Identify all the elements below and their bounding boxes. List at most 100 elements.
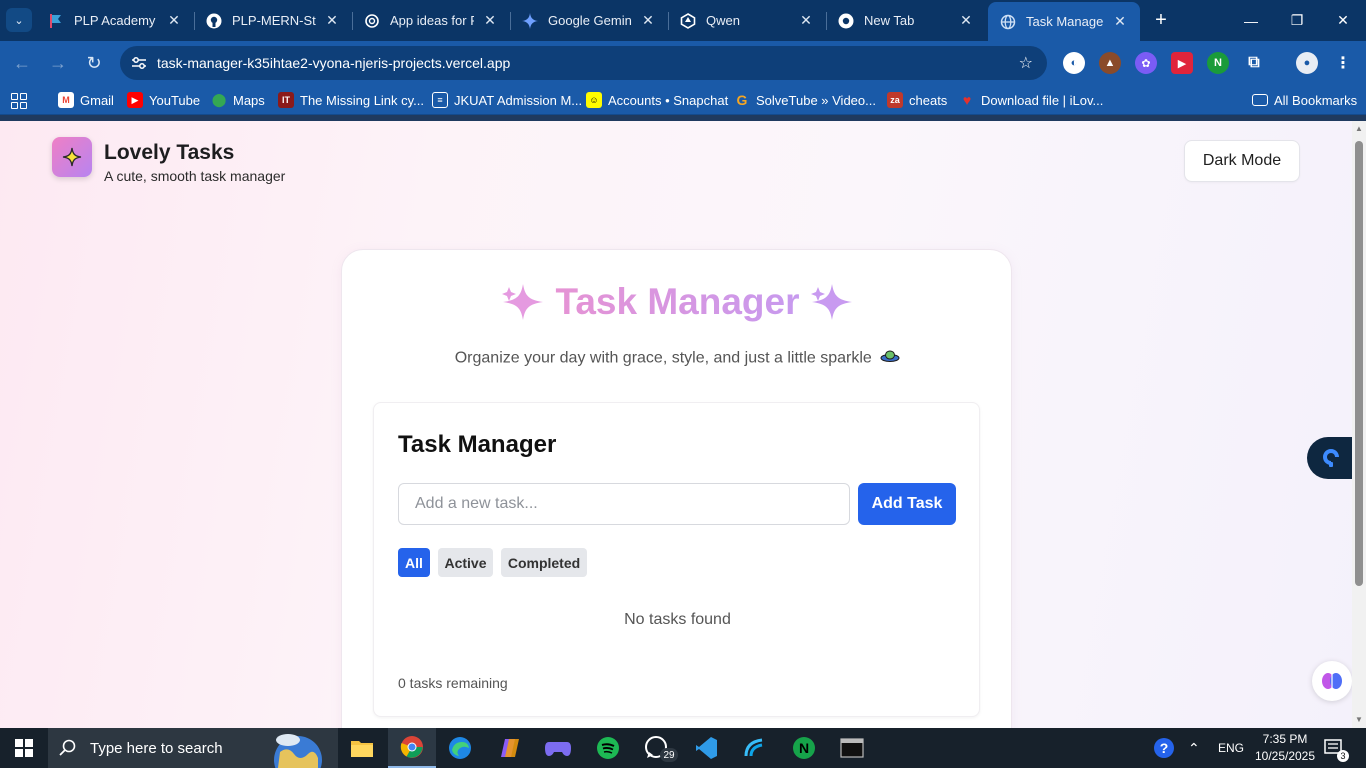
page-viewport: Lovely Tasks A cute, smooth task manager… bbox=[0, 121, 1366, 728]
edge-taskbar-icon[interactable] bbox=[436, 728, 484, 768]
doc-icon: ≡ bbox=[432, 92, 448, 108]
chrome-taskbar-icon[interactable] bbox=[388, 728, 436, 768]
apps-grid-icon[interactable] bbox=[11, 93, 27, 109]
task-panel: Task Manager Add Task All Active Complet… bbox=[373, 402, 980, 717]
grammar-extension-icon[interactable]: ◐ bbox=[1063, 52, 1085, 74]
all-bookmarks-label: All Bookmarks bbox=[1274, 92, 1358, 108]
new-task-input[interactable] bbox=[398, 483, 850, 525]
tab-title: Task Manager A bbox=[1026, 14, 1104, 29]
scroll-up-arrow-icon[interactable]: ▲ bbox=[1355, 125, 1363, 133]
tab-plp-academy[interactable]: PLP Academy ✕ bbox=[36, 0, 194, 41]
cursor-app-taskbar-icon[interactable] bbox=[730, 728, 778, 768]
bookmark-label: YouTube bbox=[149, 92, 201, 108]
file-explorer-taskbar-icon[interactable] bbox=[338, 728, 386, 768]
gmail-icon: M bbox=[58, 92, 74, 108]
bookmark-solvetube[interactable]: G SolveTube » Video... bbox=[734, 91, 876, 109]
forward-button[interactable]: → bbox=[44, 49, 72, 77]
scrollbar-thumb[interactable] bbox=[1355, 141, 1363, 586]
close-window-button[interactable]: ✕ bbox=[1320, 0, 1366, 41]
tab-title: Qwen bbox=[706, 13, 740, 28]
tab-google-gemini[interactable]: Google Gemini ✕ bbox=[510, 0, 668, 41]
filter-active-button[interactable]: Active bbox=[438, 548, 493, 577]
sparkle-icon bbox=[810, 284, 852, 320]
filter-all-button[interactable]: All bbox=[398, 548, 430, 577]
help-tray-icon[interactable]: ? bbox=[1152, 728, 1176, 768]
brand-title: Lovely Tasks bbox=[104, 141, 235, 164]
minimize-button[interactable]: — bbox=[1228, 0, 1274, 41]
back-button[interactable]: ← bbox=[8, 49, 36, 77]
bookmark-cheats[interactable]: za cheats bbox=[887, 91, 947, 109]
filter-completed-button[interactable]: Completed bbox=[501, 548, 587, 577]
maps-icon: ⬤ bbox=[211, 92, 227, 107]
bookmark-maps[interactable]: ⬤ Maps bbox=[211, 91, 265, 109]
bookmark-youtube[interactable]: ▶ YouTube bbox=[127, 91, 200, 109]
youtube-icon: ▶ bbox=[127, 92, 143, 108]
vscode-taskbar-icon[interactable] bbox=[682, 728, 730, 768]
bookmark-ilovepdf[interactable]: ♥ Download file | iLov... bbox=[959, 91, 1104, 109]
close-icon[interactable]: ✕ bbox=[638, 11, 658, 31]
site-settings-icon[interactable] bbox=[130, 54, 148, 72]
it-icon: IT bbox=[278, 92, 294, 108]
taskbar-clock[interactable]: 7:35 PM 10/25/2025 bbox=[1252, 731, 1318, 765]
game-controller-taskbar-icon[interactable] bbox=[534, 728, 582, 768]
close-icon[interactable]: ✕ bbox=[480, 11, 500, 31]
chrome-icon bbox=[838, 13, 854, 29]
tab-new-tab[interactable]: New Tab ✕ bbox=[826, 0, 986, 41]
folder-icon bbox=[1252, 94, 1268, 106]
floating-brain-button[interactable] bbox=[1312, 661, 1352, 701]
cap-extension-icon[interactable]: ▲ bbox=[1099, 52, 1121, 74]
notion-n-taskbar-icon[interactable]: N bbox=[780, 728, 828, 768]
close-icon[interactable]: ✕ bbox=[322, 11, 342, 31]
tab-search-button[interactable]: ⌄ bbox=[6, 8, 32, 32]
close-icon[interactable]: ✕ bbox=[796, 11, 816, 31]
n-extension-icon[interactable]: N bbox=[1207, 52, 1229, 74]
close-icon[interactable]: ✕ bbox=[1110, 12, 1130, 32]
clock-time: 7:35 PM bbox=[1262, 732, 1308, 746]
add-task-button[interactable]: Add Task bbox=[858, 483, 956, 525]
reload-button[interactable]: ↻ bbox=[80, 49, 108, 77]
extensions-puzzle-icon[interactable]: ⧉ bbox=[1243, 52, 1265, 74]
bookmarks-bar: M Gmail ▶ YouTube ⬤ Maps IT The Missing … bbox=[0, 85, 1366, 115]
assistant-logo-icon bbox=[1323, 449, 1339, 467]
plp-favicon-icon bbox=[48, 13, 64, 29]
tab-qwen[interactable]: Qwen ✕ bbox=[668, 0, 826, 41]
all-bookmarks[interactable]: All Bookmarks bbox=[1252, 91, 1357, 109]
svg-text:?: ? bbox=[1160, 740, 1169, 756]
brain-extension-icon[interactable]: ✿ bbox=[1135, 52, 1157, 74]
bookmark-label: SolveTube » Video... bbox=[756, 92, 876, 108]
bookmark-gmail[interactable]: M Gmail bbox=[58, 91, 114, 109]
new-tab-button[interactable]: + bbox=[1150, 9, 1172, 31]
pocket-extension-icon[interactable]: ▶ bbox=[1171, 52, 1193, 74]
restore-button[interactable]: ❐ bbox=[1274, 0, 1320, 41]
close-icon[interactable]: ✕ bbox=[956, 11, 976, 31]
chevron-up-icon[interactable]: ⌃ bbox=[1188, 728, 1200, 768]
svg-text:N: N bbox=[799, 740, 809, 756]
bookmark-missing-link[interactable]: IT The Missing Link cy... bbox=[278, 91, 424, 109]
windows-start-button[interactable] bbox=[0, 728, 48, 768]
language-indicator[interactable]: ENG bbox=[1218, 728, 1244, 768]
bookmark-label: cheats bbox=[909, 92, 948, 108]
tab-title: PLP Academy bbox=[74, 13, 156, 28]
tab-plp-mern-stack[interactable]: PLP-MERN-Stack ✕ bbox=[194, 0, 352, 41]
taskbar-search-box[interactable]: Type here to search bbox=[48, 728, 338, 768]
spotify-taskbar-icon[interactable] bbox=[584, 728, 632, 768]
terminal-taskbar-icon[interactable] bbox=[828, 728, 876, 768]
copilot-taskbar-icon[interactable] bbox=[486, 728, 534, 768]
bookmark-star-icon[interactable]: ☆ bbox=[1019, 53, 1033, 73]
taskbar-search-placeholder: Type here to search bbox=[90, 739, 223, 757]
tab-task-manager[interactable]: Task Manager A ✕ bbox=[988, 2, 1140, 41]
bookmark-label: The Missing Link cy... bbox=[300, 92, 425, 108]
dark-mode-button[interactable]: Dark Mode bbox=[1184, 140, 1300, 182]
scroll-down-arrow-icon[interactable]: ▼ bbox=[1355, 716, 1363, 724]
bookmark-snapchat[interactable]: ☺ Accounts • Snapchat bbox=[586, 91, 728, 109]
notification-center-button[interactable]: 3 bbox=[1324, 728, 1349, 768]
page-scrollbar[interactable]: ▲ ▼ bbox=[1352, 121, 1366, 728]
address-bar[interactable]: task-manager-k35ihtae2-vyona-njeris-proj… bbox=[120, 46, 1047, 80]
profile-avatar[interactable]: ● bbox=[1296, 52, 1318, 74]
whatsapp-unread-badge: 29 bbox=[660, 748, 678, 762]
tab-app-ideas[interactable]: App ideas for Re ✕ bbox=[352, 0, 510, 41]
close-icon[interactable]: ✕ bbox=[164, 11, 184, 31]
bookmark-jkuat[interactable]: ≡ JKUAT Admission M... bbox=[432, 91, 582, 109]
more-menu-icon[interactable]: ⋮ bbox=[1332, 52, 1354, 74]
tab-title: New Tab bbox=[864, 13, 915, 28]
